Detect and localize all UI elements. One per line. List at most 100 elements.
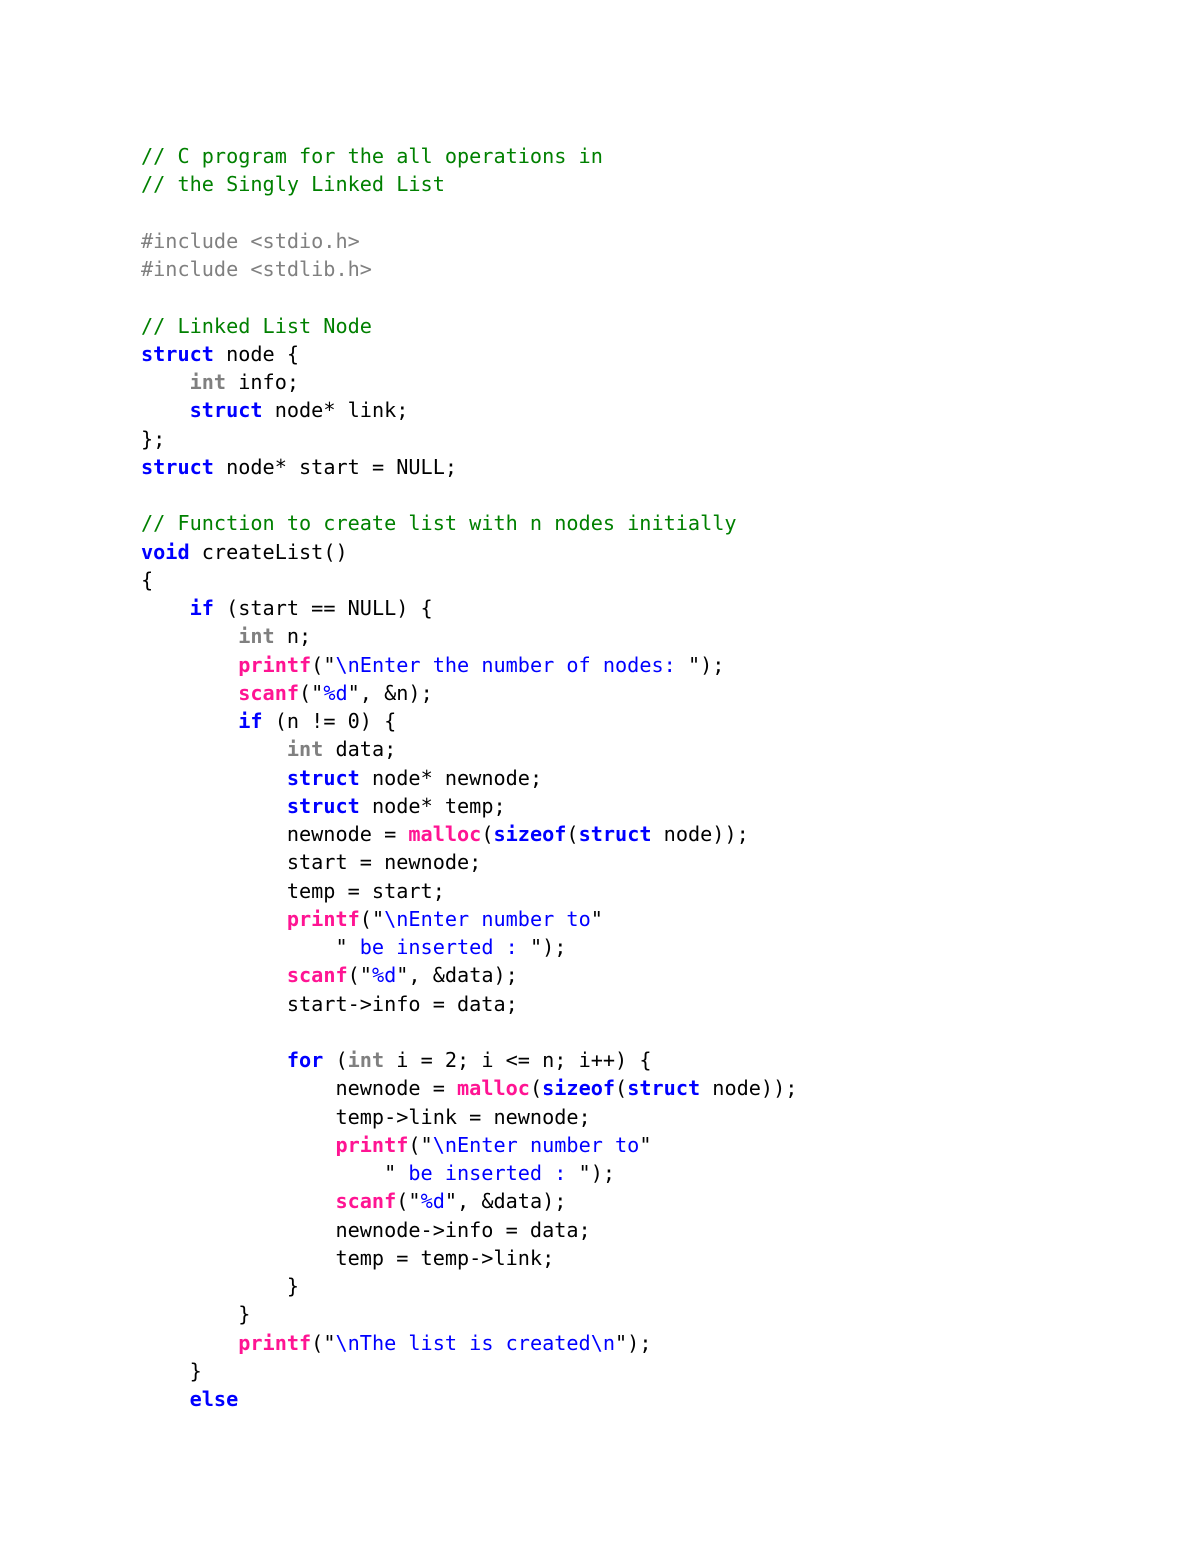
- code-text: }: [141, 1274, 300, 1298]
- code-line: }: [141, 1272, 797, 1300]
- keyword: struct: [189, 398, 263, 423]
- string-literal: \nEnter number to: [432, 1132, 640, 1157]
- code-line: temp = start;: [141, 877, 797, 905]
- code-line: temp = temp->link;: [141, 1244, 797, 1272]
- code-line: struct node* start = NULL;: [141, 453, 797, 481]
- code-line: if (n != 0) {: [141, 707, 797, 735]
- code-text: }: [141, 1358, 202, 1383]
- code-text: node));: [700, 1076, 798, 1101]
- code-text: start = newnode;: [141, 850, 482, 875]
- code-line: scanf("%d", &data);: [141, 961, 797, 989]
- keyword: struct: [286, 765, 360, 790]
- code-line: }: [141, 1300, 797, 1328]
- code-line: int n;: [141, 622, 797, 650]
- code-text: node* start = NULL;: [213, 454, 458, 479]
- library-function-call: printf: [286, 906, 360, 931]
- code-line: newnode = malloc(sizeof(struct node));: [141, 1074, 797, 1102]
- code-text: newnode =: [141, 822, 409, 846]
- code-text: (: [566, 822, 579, 846]
- code-line: start->info = data;: [141, 990, 797, 1018]
- code-text: node {: [213, 341, 300, 366]
- code-line: " be inserted : ");: [141, 1159, 797, 1187]
- string-literal: be inserted :: [347, 935, 530, 959]
- code-line: // Linked List Node: [141, 312, 797, 340]
- keyword: struct: [627, 1076, 701, 1101]
- type-keyword: int: [189, 370, 227, 394]
- type-keyword: int: [347, 1048, 385, 1072]
- library-function-call: printf: [238, 652, 312, 677]
- keyword: void: [141, 539, 190, 564]
- code-text: ": [590, 906, 603, 931]
- code-text: (": [311, 652, 336, 677]
- code-line: #include <stdlib.h>: [141, 255, 797, 283]
- library-function-call: malloc: [408, 822, 482, 846]
- code-line: struct node* link;: [141, 396, 797, 424]
- comment-text: // Linked List Node: [141, 313, 372, 338]
- code-text: (": [408, 1132, 433, 1157]
- code-text: node* newnode;: [359, 765, 543, 790]
- code-text: (: [529, 1076, 543, 1101]
- code-text: (n != 0) {: [262, 709, 397, 733]
- comment-text: // the Singly Linked List: [141, 172, 445, 197]
- code-text: (": [299, 680, 324, 705]
- code-line: printf("\nEnter number to": [141, 905, 797, 933]
- code-text: ");: [687, 652, 725, 677]
- code-text: node));: [651, 822, 749, 846]
- library-function-call: scanf: [238, 680, 300, 705]
- code-text: node* link;: [262, 398, 409, 423]
- code-line: newnode = malloc(sizeof(struct node));: [141, 820, 797, 848]
- code-line: // the Singly Linked List: [141, 170, 797, 198]
- code-text: newnode =: [141, 1076, 458, 1101]
- code-text: temp = temp->link;: [141, 1245, 555, 1270]
- keyword: struct: [578, 822, 652, 846]
- code-line: }: [141, 1357, 797, 1385]
- code-line: };: [141, 425, 797, 453]
- code-text: node* temp;: [359, 793, 506, 818]
- code-line: printf("\nEnter the number of nodes: ");: [141, 651, 797, 679]
- string-literal: %d: [323, 680, 348, 705]
- comment-text: // Function to create list with n nodes …: [141, 511, 737, 536]
- keyword: sizeof: [493, 822, 567, 846]
- code-line: printf("\nThe list is created\n");: [141, 1329, 797, 1357]
- library-function-call: printf: [238, 1330, 312, 1355]
- keyword: for: [286, 1048, 324, 1072]
- code-text: {: [141, 567, 154, 592]
- code-text: ": [141, 935, 348, 959]
- code-line: scanf("%d", &data);: [141, 1187, 797, 1215]
- library-function-call: scanf: [286, 963, 348, 988]
- keyword: if: [189, 596, 214, 620]
- code-line: else: [141, 1385, 797, 1413]
- code-text: data;: [323, 737, 397, 762]
- code-line: if (start == NULL) {: [141, 594, 797, 622]
- keyword: struct: [141, 341, 214, 366]
- code-listing: // C program for the all operations in //…: [141, 142, 797, 1413]
- code-text: ", &data);: [396, 963, 518, 988]
- code-text: temp = start;: [141, 878, 445, 903]
- code-line: void createList(): [141, 538, 797, 566]
- code-line: start = newnode;: [141, 848, 797, 876]
- code-text: (": [396, 1189, 421, 1214]
- code-text: (": [311, 1330, 336, 1355]
- code-line: temp->link = newnode;: [141, 1103, 797, 1131]
- code-line: #include <stdio.h>: [141, 227, 797, 255]
- code-text: (: [615, 1076, 628, 1101]
- string-literal: %d: [371, 963, 397, 988]
- type-keyword: int: [286, 737, 324, 762]
- keyword: struct: [286, 793, 360, 818]
- code-text: };: [141, 426, 166, 451]
- code-text: newnode->info = data;: [141, 1217, 591, 1242]
- code-text: ");: [615, 1330, 652, 1355]
